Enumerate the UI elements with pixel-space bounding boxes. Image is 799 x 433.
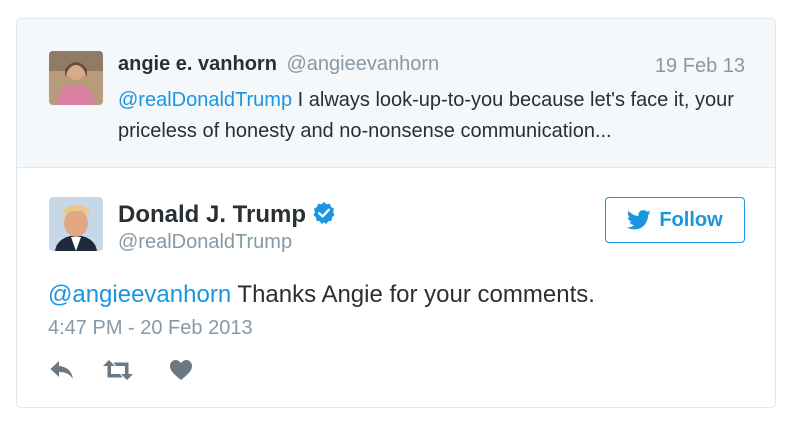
parent-author-name[interactable]: angie e. vanhorn <box>118 53 277 75</box>
parent-tweet-date[interactable]: 19 Feb 13 <box>655 55 745 78</box>
heart-icon[interactable] <box>169 359 193 386</box>
tweet-body: Thanks Angie for your comments. <box>231 281 595 308</box>
author-avatar[interactable] <box>49 197 103 251</box>
parent-author-avatar[interactable] <box>49 51 103 105</box>
parent-author-handle[interactable]: @angieevanhorn <box>287 53 440 75</box>
parent-tweet-text: @realDonaldTrump I always look-up-to-you… <box>118 85 748 147</box>
embedded-tweet-card: angie e. vanhorn @angieevanhorn 19 Feb 1… <box>16 18 776 408</box>
retweet-icon[interactable] <box>103 359 133 386</box>
author-name[interactable]: Donald J. Trump <box>118 201 306 228</box>
author-name-line: Donald J. Trump <box>118 201 336 232</box>
author-handle[interactable]: @realDonaldTrump <box>118 231 292 254</box>
tweet-text: @angieevanhorn Thanks Angie for your com… <box>48 281 595 309</box>
parent-mention-link[interactable]: @realDonaldTrump <box>118 89 292 111</box>
tweet-timestamp[interactable]: 4:47 PM - 20 Feb 2013 <box>48 317 253 340</box>
reply-icon[interactable] <box>49 359 75 386</box>
follow-button-label: Follow <box>659 208 723 231</box>
verified-badge-icon <box>312 201 336 232</box>
follow-button[interactable]: Follow <box>605 197 745 243</box>
tweet-mention-link[interactable]: @angieevanhorn <box>48 281 231 308</box>
parent-author-line: angie e. vanhorn @angieevanhorn <box>118 53 439 76</box>
parent-tweet[interactable]: angie e. vanhorn @angieevanhorn 19 Feb 1… <box>17 19 775 168</box>
twitter-bird-icon <box>627 210 651 230</box>
